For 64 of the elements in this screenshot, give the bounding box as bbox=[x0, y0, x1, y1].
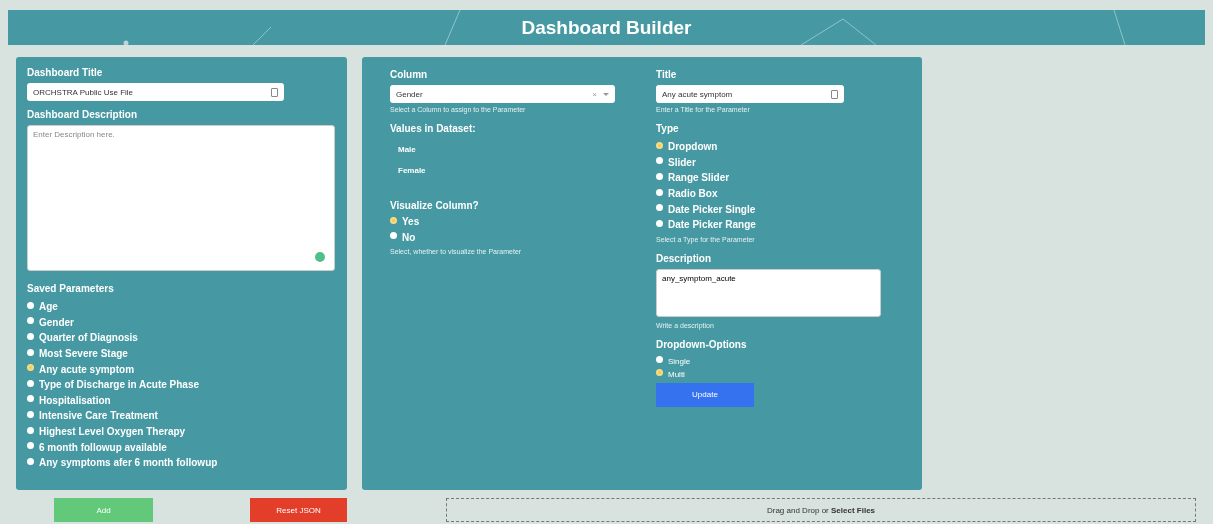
radio-icon[interactable] bbox=[27, 395, 34, 403]
type-radio[interactable]: Date Picker Single bbox=[656, 201, 756, 217]
description-field[interactable]: Enter Description here. bbox=[27, 125, 335, 271]
radio-icon[interactable] bbox=[27, 457, 34, 465]
field-label: Dashboard Description bbox=[27, 109, 138, 120]
radio-icon[interactable] bbox=[27, 364, 34, 372]
field-label: Description bbox=[656, 252, 711, 264]
radio-icon[interactable] bbox=[27, 333, 34, 340]
field-label: Title bbox=[656, 69, 677, 80]
radio-icon[interactable] bbox=[390, 232, 397, 240]
parameter-radio[interactable]: Quarter of Diagnosis bbox=[27, 330, 218, 346]
radio-icon[interactable] bbox=[27, 317, 34, 325]
radio-icon[interactable] bbox=[656, 157, 663, 165]
radio-icon[interactable] bbox=[656, 356, 663, 364]
parameter-radio[interactable]: Any acute symptom bbox=[27, 361, 218, 377]
parameter-radio[interactable]: Hospitalisation bbox=[27, 392, 218, 409]
radio-icon[interactable] bbox=[656, 219, 663, 227]
radio-icon[interactable] bbox=[27, 426, 34, 434]
field-label: Dashboard Title bbox=[27, 67, 103, 78]
radio-icon[interactable] bbox=[656, 188, 663, 196]
type-radio[interactable]: Dropdown bbox=[656, 139, 718, 155]
radio-icon[interactable] bbox=[27, 442, 34, 450]
radio-icon[interactable] bbox=[27, 348, 34, 356]
dataset-value: Male bbox=[398, 145, 417, 154]
section-label: Dropdown-Options bbox=[656, 338, 747, 350]
visualize-radio[interactable]: Yes bbox=[390, 214, 420, 230]
update-button[interactable]: Update bbox=[656, 382, 754, 407]
radio-icon[interactable] bbox=[656, 369, 663, 377]
type-radio[interactable]: Date Picker Range bbox=[656, 216, 756, 233]
visualize-radio[interactable]: No bbox=[390, 229, 416, 246]
section-label: Values in Dataset: bbox=[390, 123, 476, 134]
radio-icon[interactable] bbox=[27, 379, 34, 387]
column-select[interactable]: Gender × bbox=[390, 85, 615, 103]
page-title: Dashboard Builder bbox=[521, 16, 692, 39]
radio-icon[interactable] bbox=[27, 410, 34, 418]
parameter-radio[interactable]: 6 month followup available bbox=[27, 439, 218, 455]
type-radio[interactable]: Radio Box bbox=[656, 185, 718, 202]
reset-json-button[interactable]: Reset JSON bbox=[250, 498, 347, 522]
field-label: Column bbox=[390, 69, 428, 80]
parameter-title-field[interactable]: Any acute symptom bbox=[656, 85, 844, 103]
parameter-radio[interactable]: Age bbox=[27, 299, 218, 315]
radio-icon[interactable] bbox=[656, 173, 663, 180]
parameter-description-field[interactable]: any_symptom_acute bbox=[656, 268, 881, 317]
radio-icon[interactable] bbox=[656, 141, 663, 149]
dataset-value: Female bbox=[398, 166, 426, 175]
radio-icon[interactable] bbox=[390, 216, 397, 224]
section-label: Type bbox=[656, 123, 679, 134]
parameter-radio[interactable]: Most Severe Stage bbox=[27, 345, 218, 362]
type-radio[interactable]: Range Slider bbox=[656, 170, 730, 186]
section-label: Visualize Column? bbox=[390, 200, 479, 211]
parameter-radio[interactable]: Gender bbox=[27, 314, 218, 331]
dashboard-title-field[interactable]: ORCHSTRA Public Use File bbox=[27, 83, 284, 101]
parameter-radio[interactable]: Type of Discharge in Acute Phase bbox=[27, 376, 218, 393]
file-dropzone[interactable]: Drag and Drop or Select Files bbox=[446, 498, 1196, 522]
parameter-radio[interactable]: Highest Level Oxygen Therapy bbox=[27, 423, 218, 440]
section-label: Saved Parameters bbox=[27, 283, 114, 294]
add-button[interactable]: Add bbox=[54, 498, 153, 522]
radio-icon[interactable] bbox=[27, 301, 34, 309]
dropdown-option-radio[interactable]: Single bbox=[656, 354, 691, 368]
type-radio[interactable]: Slider bbox=[656, 154, 696, 171]
radio-icon[interactable] bbox=[656, 204, 663, 212]
parameter-radio[interactable]: Any symptoms afer 6 month followup bbox=[27, 454, 218, 471]
parameter-radio[interactable]: Intensive Care Treatment bbox=[27, 408, 218, 424]
dropdown-option-radio[interactable]: Multi bbox=[656, 367, 685, 381]
